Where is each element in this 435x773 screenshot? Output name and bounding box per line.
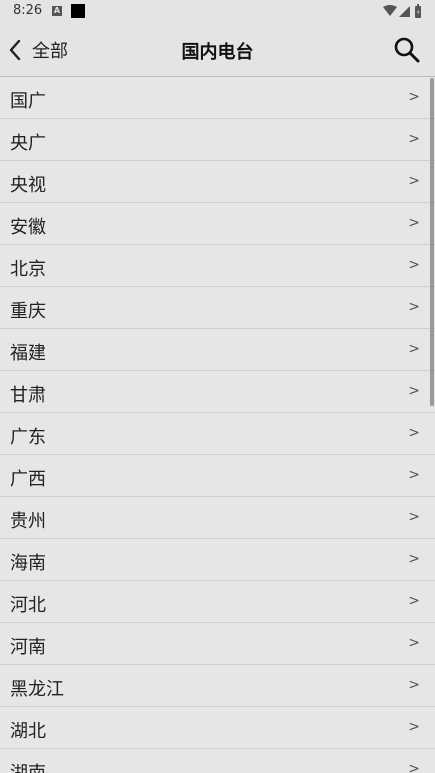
list-item-label: 广西	[10, 469, 46, 490]
chevron-right-icon: >	[408, 551, 420, 567]
chevron-right-icon: >	[408, 383, 420, 399]
list-item[interactable]: 央视 >	[0, 161, 435, 203]
chevron-right-icon: >	[408, 635, 420, 651]
list-item-label: 福建	[10, 343, 46, 364]
chevron-right-icon: >	[408, 593, 420, 609]
search-button[interactable]	[393, 36, 421, 64]
search-icon	[394, 37, 420, 63]
chevron-right-icon: >	[408, 719, 420, 735]
list-item[interactable]: 河南 >	[0, 623, 435, 665]
list-item[interactable]: 黑龙江 >	[0, 665, 435, 707]
top-app-bar: 全部 国内电台	[0, 24, 435, 77]
chevron-right-icon: >	[408, 299, 420, 315]
radio-region-list: 国广 > 央广 > 央视 > 安徽 > 北京 > 重庆 > 福建 > 甘肃 > …	[0, 77, 435, 773]
list-item-label: 甘肃	[10, 385, 46, 406]
chevron-right-icon: >	[408, 173, 420, 189]
list-item-label: 央视	[10, 175, 46, 196]
list-item[interactable]: 湖北 >	[0, 707, 435, 749]
list-item[interactable]: 安徽 >	[0, 203, 435, 245]
list-item-label: 广东	[10, 427, 46, 448]
list-item-label: 重庆	[10, 301, 46, 322]
list-item-label: 河南	[10, 637, 46, 658]
chevron-right-icon: >	[408, 131, 420, 147]
chevron-right-icon: >	[408, 761, 420, 773]
square-notification-icon	[71, 4, 85, 18]
chevron-right-icon: >	[408, 425, 420, 441]
chevron-right-icon: >	[408, 257, 420, 273]
list-item-label: 湖北	[10, 721, 46, 742]
status-icons	[383, 4, 423, 20]
list-item[interactable]: 福建 >	[0, 329, 435, 371]
list-item[interactable]: 甘肃 >	[0, 371, 435, 413]
list-item[interactable]: 贵州 >	[0, 497, 435, 539]
list-item-label: 贵州	[10, 511, 46, 532]
list-item[interactable]: 海南 >	[0, 539, 435, 581]
list-item[interactable]: 河北 >	[0, 581, 435, 623]
list-item[interactable]: 国广 >	[0, 77, 435, 119]
chevron-right-icon: >	[408, 215, 420, 231]
list-item-label: 河北	[10, 595, 46, 616]
list-item-label: 安徽	[10, 217, 46, 238]
page-title: 国内电台	[181, 42, 254, 63]
wifi-icon	[383, 5, 397, 16]
list-item[interactable]: 重庆 >	[0, 287, 435, 329]
chevron-right-icon: >	[408, 467, 420, 483]
battery-icon	[415, 4, 421, 18]
list-item[interactable]: 广东 >	[0, 413, 435, 455]
app-notification-icon: A	[52, 6, 62, 16]
list-item-label: 央广	[10, 133, 46, 154]
list-item[interactable]: 湖南 >	[0, 749, 435, 773]
list-item[interactable]: 央广 >	[0, 119, 435, 161]
list-item-label: 北京	[10, 259, 46, 280]
cellular-signal-icon	[399, 6, 410, 17]
list-item-label: 国广	[10, 91, 46, 112]
status-bar: 8:26 A	[0, 0, 435, 24]
chevron-right-icon: >	[408, 677, 420, 693]
list-item-label: 黑龙江	[10, 679, 64, 700]
chevron-right-icon: >	[408, 509, 420, 525]
list-item-label: 湖南	[10, 759, 46, 773]
list-item[interactable]: 广西 >	[0, 455, 435, 497]
status-time: 8:26	[13, 3, 43, 18]
scrollbar-thumb[interactable]	[430, 78, 434, 406]
chevron-right-icon: >	[408, 341, 420, 357]
list-item[interactable]: 北京 >	[0, 245, 435, 287]
chevron-right-icon: >	[408, 89, 420, 105]
list-item-label: 海南	[10, 553, 46, 574]
